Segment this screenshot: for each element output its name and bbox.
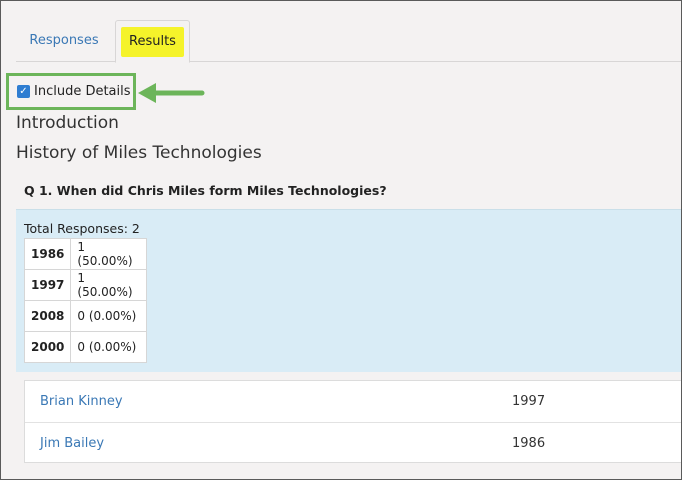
response-details-list: Brian Kinney 1997 Jim Bailey 1986 <box>24 380 682 463</box>
tab-results[interactable]: Results <box>115 20 190 63</box>
results-panel: Total Responses: 2 1986 1 (50.00%) 1997 … <box>16 209 682 372</box>
respondent-link[interactable]: Jim Bailey <box>40 436 104 451</box>
list-item: Brian Kinney 1997 <box>25 381 682 422</box>
respondent-link[interactable]: Brian Kinney <box>40 394 123 409</box>
tab-bar: Responses Results <box>16 20 682 63</box>
results-table: 1986 1 (50.00%) 1997 1 (50.00%) 2008 0 (… <box>23 238 148 363</box>
option-count: 1 (50.00%) <box>70 269 148 301</box>
option-year: 1997 <box>23 269 72 301</box>
include-details-checkbox[interactable]: ✓ <box>17 85 30 98</box>
option-count: 0 (0.00%) <box>70 300 148 332</box>
annotation-arrow-icon <box>138 83 205 103</box>
respondent-answer: 1986 <box>512 436 546 451</box>
list-item: Jim Bailey 1986 <box>25 422 682 463</box>
option-year: 1986 <box>23 238 72 270</box>
option-count: 1 (50.00%) <box>70 238 148 270</box>
total-responses: Total Responses: 2 <box>24 221 140 236</box>
section-heading: Introduction <box>16 113 119 133</box>
respondent-answer: 1997 <box>512 394 546 409</box>
table-row: 1986 1 (50.00%) <box>23 238 148 270</box>
option-year: 2008 <box>23 300 72 332</box>
include-details-highlight: ✓ Include Details <box>6 73 136 110</box>
include-details-label[interactable]: Include Details <box>34 84 131 99</box>
table-row: 2008 0 (0.00%) <box>23 300 148 332</box>
survey-heading: History of Miles Technologies <box>16 143 262 163</box>
option-count: 0 (0.00%) <box>70 331 148 363</box>
tab-responses[interactable]: Responses <box>16 20 112 62</box>
table-row: 2000 0 (0.00%) <box>23 331 148 363</box>
tab-results-label: Results <box>121 27 184 57</box>
table-row: 1997 1 (50.00%) <box>23 269 148 301</box>
option-year: 2000 <box>23 331 72 363</box>
question-title: Q 1. When did Chris Miles form Miles Tec… <box>24 183 387 198</box>
